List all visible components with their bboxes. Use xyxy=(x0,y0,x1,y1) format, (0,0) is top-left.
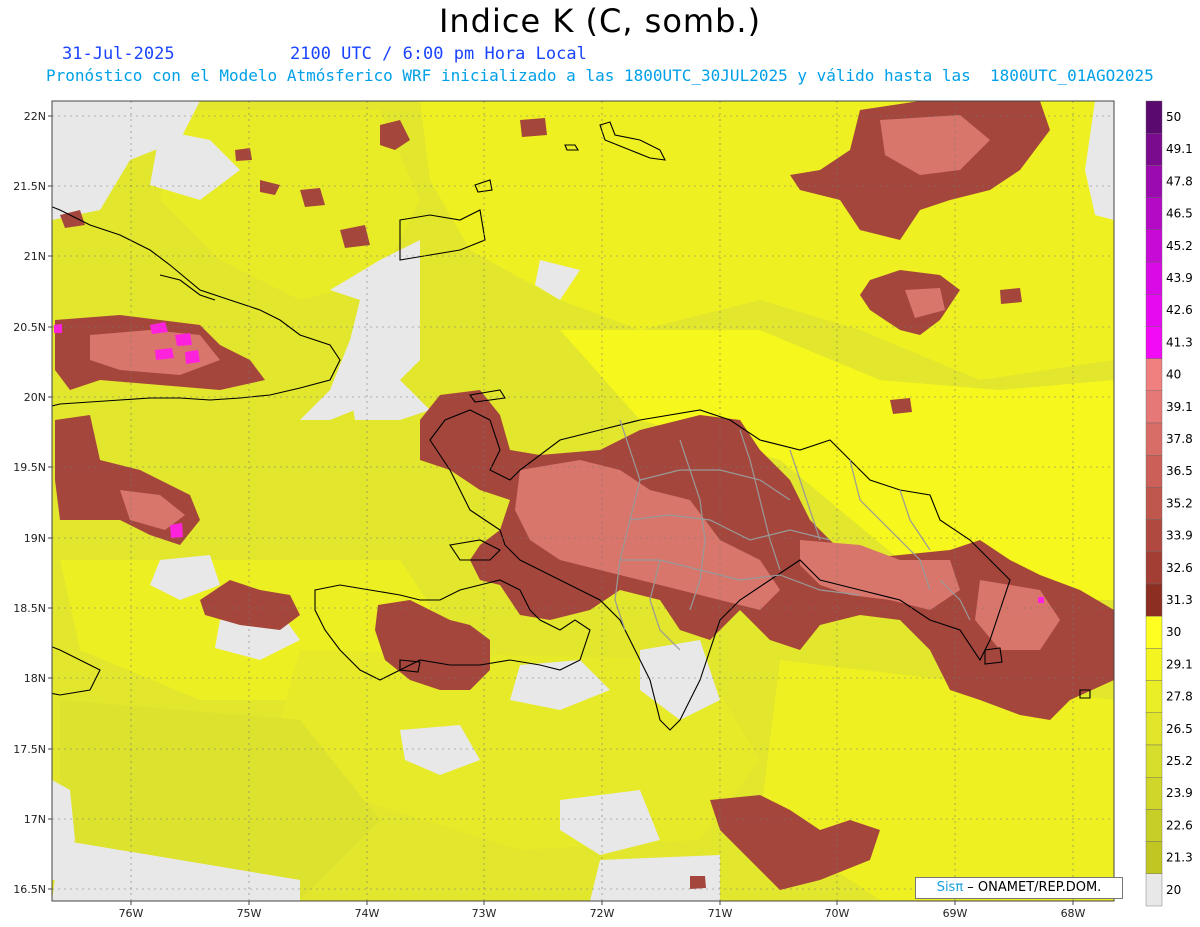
colorbar-label: 30 xyxy=(1166,625,1181,639)
lat-label: 17.5N xyxy=(13,743,46,756)
sispi-logo: Sisπ xyxy=(936,880,964,895)
lat-label: 20.5N xyxy=(13,321,46,334)
colorbar-label: 26.5 xyxy=(1166,722,1193,736)
lon-label: 70W xyxy=(825,907,850,920)
colorbar-swatch xyxy=(1145,390,1163,424)
colorbar-label: 25.2 xyxy=(1166,754,1193,768)
colorbar-swatch xyxy=(1145,487,1163,520)
colorbar-label: 42.6 xyxy=(1166,303,1193,317)
colorbar-label: 37.8 xyxy=(1166,432,1193,446)
colorbar-swatch xyxy=(1145,680,1163,713)
lat-label: 18.5N xyxy=(13,602,46,615)
lon-label: 76W xyxy=(119,907,144,920)
colorbar-label: 47.8 xyxy=(1166,174,1193,188)
colorbar-swatch xyxy=(1145,873,1163,907)
lon-label: 73W xyxy=(472,907,497,920)
colorbar-label: 43.9 xyxy=(1166,271,1193,285)
colorbar-swatch xyxy=(1145,809,1163,842)
credit-text: – ONAMET/REP.DOM. xyxy=(963,880,1102,895)
colorbar-swatch xyxy=(1145,100,1163,134)
colorbar-swatch xyxy=(1145,261,1163,295)
lat-label: 20N xyxy=(24,391,46,404)
lat-label: 17N xyxy=(24,813,46,826)
colorbar-label: 32.6 xyxy=(1166,561,1193,575)
colorbar-swatch xyxy=(1145,197,1163,231)
colorbar-swatch xyxy=(1145,422,1163,456)
colorbar: 50 49.1 47.8 46.5 45.2 43.9 42.6 41.3 40 39.1 37.8… xyxy=(1145,100,1193,907)
colorbar-swatch xyxy=(1145,165,1163,198)
colorbar-swatch xyxy=(1145,326,1163,359)
lon-label: 68W xyxy=(1061,907,1086,920)
lon-label: 72W xyxy=(590,907,615,920)
credit-box: Sisπ – ONAMET/REP.DOM. xyxy=(915,877,1123,899)
lat-label: 21N xyxy=(24,250,46,263)
colorbar-label: 49.1 xyxy=(1166,142,1193,156)
colorbar-swatch xyxy=(1145,519,1163,552)
lon-label: 75W xyxy=(237,907,262,920)
lon-axis: 76W 75W 74W 73W 72W 71W 70W 69W 68W xyxy=(119,907,1086,920)
lat-label: 18N xyxy=(24,672,46,685)
colorbar-label: 45.2 xyxy=(1166,239,1193,253)
lat-label: 21.5N xyxy=(13,180,46,193)
k-index-map: 22N 21.5N 21N 20.5N 20N 19.5N 19N 18.5N … xyxy=(13,100,1193,920)
colorbar-swatch xyxy=(1145,294,1163,327)
colorbar-swatch xyxy=(1145,229,1163,263)
map-field xyxy=(52,101,1114,901)
colorbar-swatch xyxy=(1145,583,1163,617)
colorbar-swatch xyxy=(1145,358,1163,392)
lat-axis: 22N 21.5N 21N 20.5N 20N 19.5N 19N 18.5N … xyxy=(13,110,46,896)
lon-label: 69W xyxy=(943,907,968,920)
colorbar-swatch xyxy=(1145,777,1163,810)
colorbar-label: 33.9 xyxy=(1166,529,1193,543)
colorbar-swatch xyxy=(1145,648,1163,681)
colorbar-swatch xyxy=(1145,744,1163,778)
lat-label: 19.5N xyxy=(13,461,46,474)
colorbar-swatch xyxy=(1145,712,1163,746)
colorbar-label: 22.6 xyxy=(1166,818,1193,832)
colorbar-label: 29.1 xyxy=(1166,657,1193,671)
colorbar-label: 20 xyxy=(1166,883,1181,897)
colorbar-label: 21.3 xyxy=(1166,851,1193,865)
colorbar-swatch xyxy=(1145,551,1163,585)
lon-label: 74W xyxy=(355,907,380,920)
lat-label: 22N xyxy=(24,110,46,123)
colorbar-label: 50 xyxy=(1166,110,1181,124)
colorbar-swatch xyxy=(1145,841,1163,874)
colorbar-label: 36.5 xyxy=(1166,464,1193,478)
colorbar-label: 40 xyxy=(1166,368,1181,382)
colorbar-label: 27.8 xyxy=(1166,690,1193,704)
colorbar-label: 23.9 xyxy=(1166,786,1193,800)
lat-label: 19N xyxy=(24,532,46,545)
colorbar-swatch xyxy=(1145,616,1163,649)
colorbar-label: 46.5 xyxy=(1166,207,1193,221)
colorbar-swatch xyxy=(1145,455,1163,488)
colorbar-label: 39.1 xyxy=(1166,400,1193,414)
colorbar-label: 35.2 xyxy=(1166,496,1193,510)
colorbar-label: 41.3 xyxy=(1166,335,1193,349)
lon-label: 71W xyxy=(708,907,733,920)
lat-label: 16.5N xyxy=(13,883,46,896)
colorbar-swatch xyxy=(1145,132,1163,166)
colorbar-label: 31.3 xyxy=(1166,593,1193,607)
